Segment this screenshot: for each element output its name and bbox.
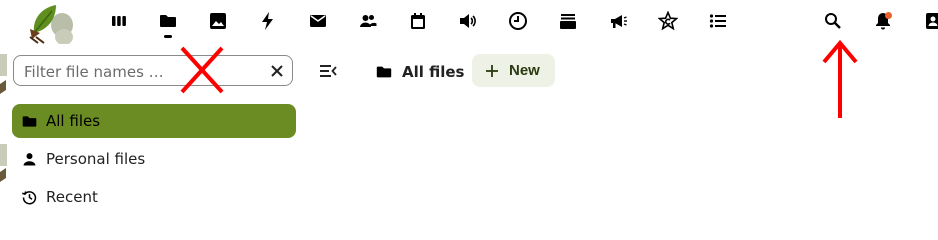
app-announcements[interactable] [603, 6, 633, 36]
star-c-icon [658, 11, 678, 31]
app-logo[interactable] [26, 3, 76, 47]
folder-icon [20, 112, 38, 130]
nav-item-label: All files [46, 112, 101, 130]
search-icon [825, 13, 841, 29]
mail-icon [310, 15, 326, 27]
files-sidebar: All files Personal files Recent [10, 44, 302, 211]
close-icon[interactable] [268, 62, 286, 80]
calendar-icon [411, 13, 425, 29]
nav-item-all-files[interactable]: All files [12, 104, 296, 138]
megaphone-icon [611, 15, 627, 28]
contacts-menu-icon [926, 13, 938, 29]
contacts-icon [360, 15, 377, 27]
toggle-navigation-button[interactable] [317, 60, 339, 82]
person-icon [20, 150, 38, 168]
dashboard-icon [112, 16, 126, 26]
red-x-mark [180, 46, 224, 94]
red-up-arrow [822, 39, 858, 118]
plus-icon [486, 64, 498, 77]
notification-badge [885, 12, 892, 19]
breadcrumb-label: All files [402, 63, 465, 81]
new-button-label: New [509, 62, 540, 79]
active-app-indicator [164, 35, 172, 38]
app-mail[interactable] [303, 6, 333, 36]
app-photos[interactable] [203, 6, 233, 36]
nav-item-recent[interactable]: Recent [12, 180, 296, 214]
app-calendar[interactable] [403, 6, 433, 36]
stack-icon [560, 14, 576, 29]
new-button[interactable]: New [472, 54, 555, 87]
nav-item-personal-files[interactable]: Personal files [12, 142, 296, 176]
app-dashboard[interactable] [104, 6, 134, 36]
unified-search-button[interactable] [818, 6, 848, 36]
filter-search-box [13, 55, 293, 86]
list-icon [709, 14, 726, 28]
app-activity[interactable] [253, 6, 283, 36]
app-files[interactable] [153, 6, 183, 38]
speaker-icon [460, 14, 476, 28]
app-contacts[interactable] [353, 6, 383, 36]
background-strip [0, 44, 10, 211]
nav-item-label: Recent [46, 188, 98, 206]
contacts-menu-button[interactable] [918, 6, 938, 36]
image-icon [210, 13, 226, 29]
folder-icon [376, 66, 392, 78]
folder-icon [160, 15, 176, 27]
app-clock[interactable] [503, 6, 533, 36]
nav-item-label: Personal files [46, 150, 146, 168]
app-tasks[interactable] [703, 6, 733, 36]
top-header [0, 0, 938, 47]
breadcrumb[interactable]: All files [375, 56, 464, 88]
leaf-logo-icon [29, 5, 73, 45]
app-talk[interactable] [453, 6, 483, 36]
filter-file-names-input[interactable] [22, 59, 266, 84]
clock-icon [509, 12, 527, 30]
lightning-icon [262, 12, 273, 30]
app-recognize[interactable] [653, 6, 683, 36]
menu-collapse-icon [320, 65, 337, 77]
notifications-button[interactable] [868, 6, 898, 36]
history-icon [20, 188, 38, 206]
app-deck[interactable] [553, 6, 583, 36]
